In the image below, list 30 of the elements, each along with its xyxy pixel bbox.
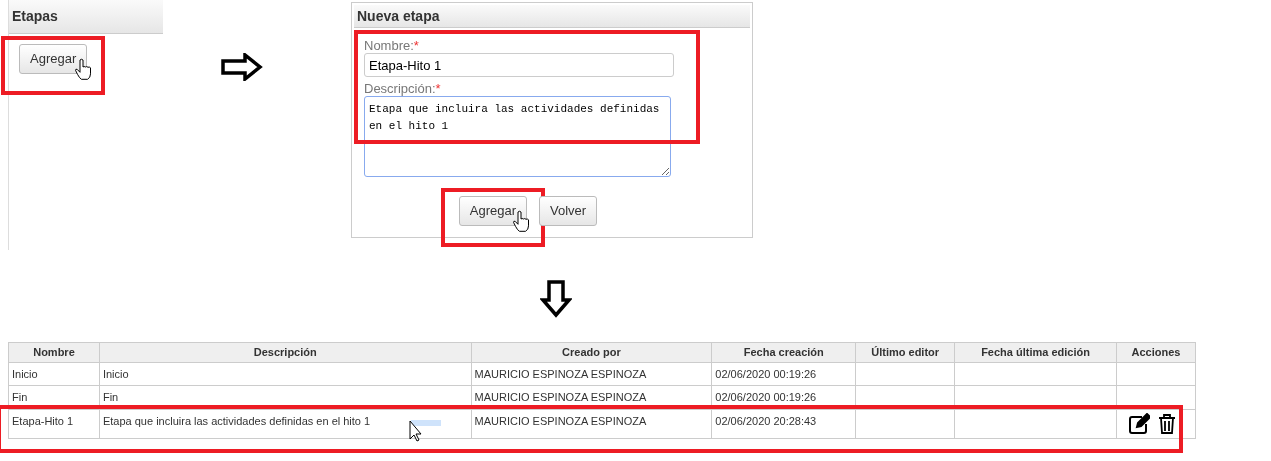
table-cell: MAURICIO ESPINOZA ESPINOZA bbox=[474, 414, 647, 427]
table-cell: 02/06/2020 00:19:26 bbox=[715, 367, 817, 380]
table-cell: Inicio bbox=[12, 367, 38, 380]
column-header: Descripción bbox=[99, 342, 472, 362]
table-cell: MAURICIO ESPINOZA ESPINOZA bbox=[474, 367, 647, 380]
back-button[interactable]: Volver bbox=[539, 196, 598, 226]
table-cell: Fin bbox=[102, 391, 119, 403]
table-cell: Fin bbox=[12, 391, 28, 403]
agregar-button[interactable]: Agregar bbox=[19, 44, 88, 74]
table-cell: MAURICIO ESPINOZA ESPINOZA bbox=[474, 391, 647, 403]
panel-title: Etapas bbox=[9, 0, 163, 34]
agregar-button[interactable]: Agregar bbox=[458, 196, 528, 226]
description-field[interactable]: Etapa que incluira las actividades definidas en el hito 1 bbox=[364, 96, 671, 177]
column-header: Fecha creación bbox=[711, 342, 856, 362]
table-cell: Etapa que incluira las actividades definidas en el hito 1 bbox=[102, 414, 371, 427]
column-header: Nombre bbox=[8, 342, 100, 362]
name-field[interactable]: Etapa-Hito 1 bbox=[364, 53, 674, 77]
required-mark: * bbox=[413, 38, 419, 53]
field-label: Descripción: bbox=[364, 81, 436, 96]
column-header: Último editor bbox=[855, 342, 955, 362]
table-cell: 02/06/2020 00:19:26 bbox=[715, 391, 817, 403]
required-mark: * bbox=[435, 81, 441, 96]
table-cell: Inicio bbox=[102, 367, 129, 380]
column-header: Fecha última edición bbox=[954, 342, 1117, 362]
table-cell: 02/06/2020 20:28:43 bbox=[715, 414, 817, 427]
panel-title: Nueva etapa bbox=[354, 5, 750, 28]
field-label: Nombre: bbox=[364, 38, 414, 53]
column-header: Creado por bbox=[471, 342, 712, 362]
column-header: Acciones bbox=[1116, 342, 1196, 362]
table-cell: Etapa-Hito 1 bbox=[12, 414, 74, 427]
